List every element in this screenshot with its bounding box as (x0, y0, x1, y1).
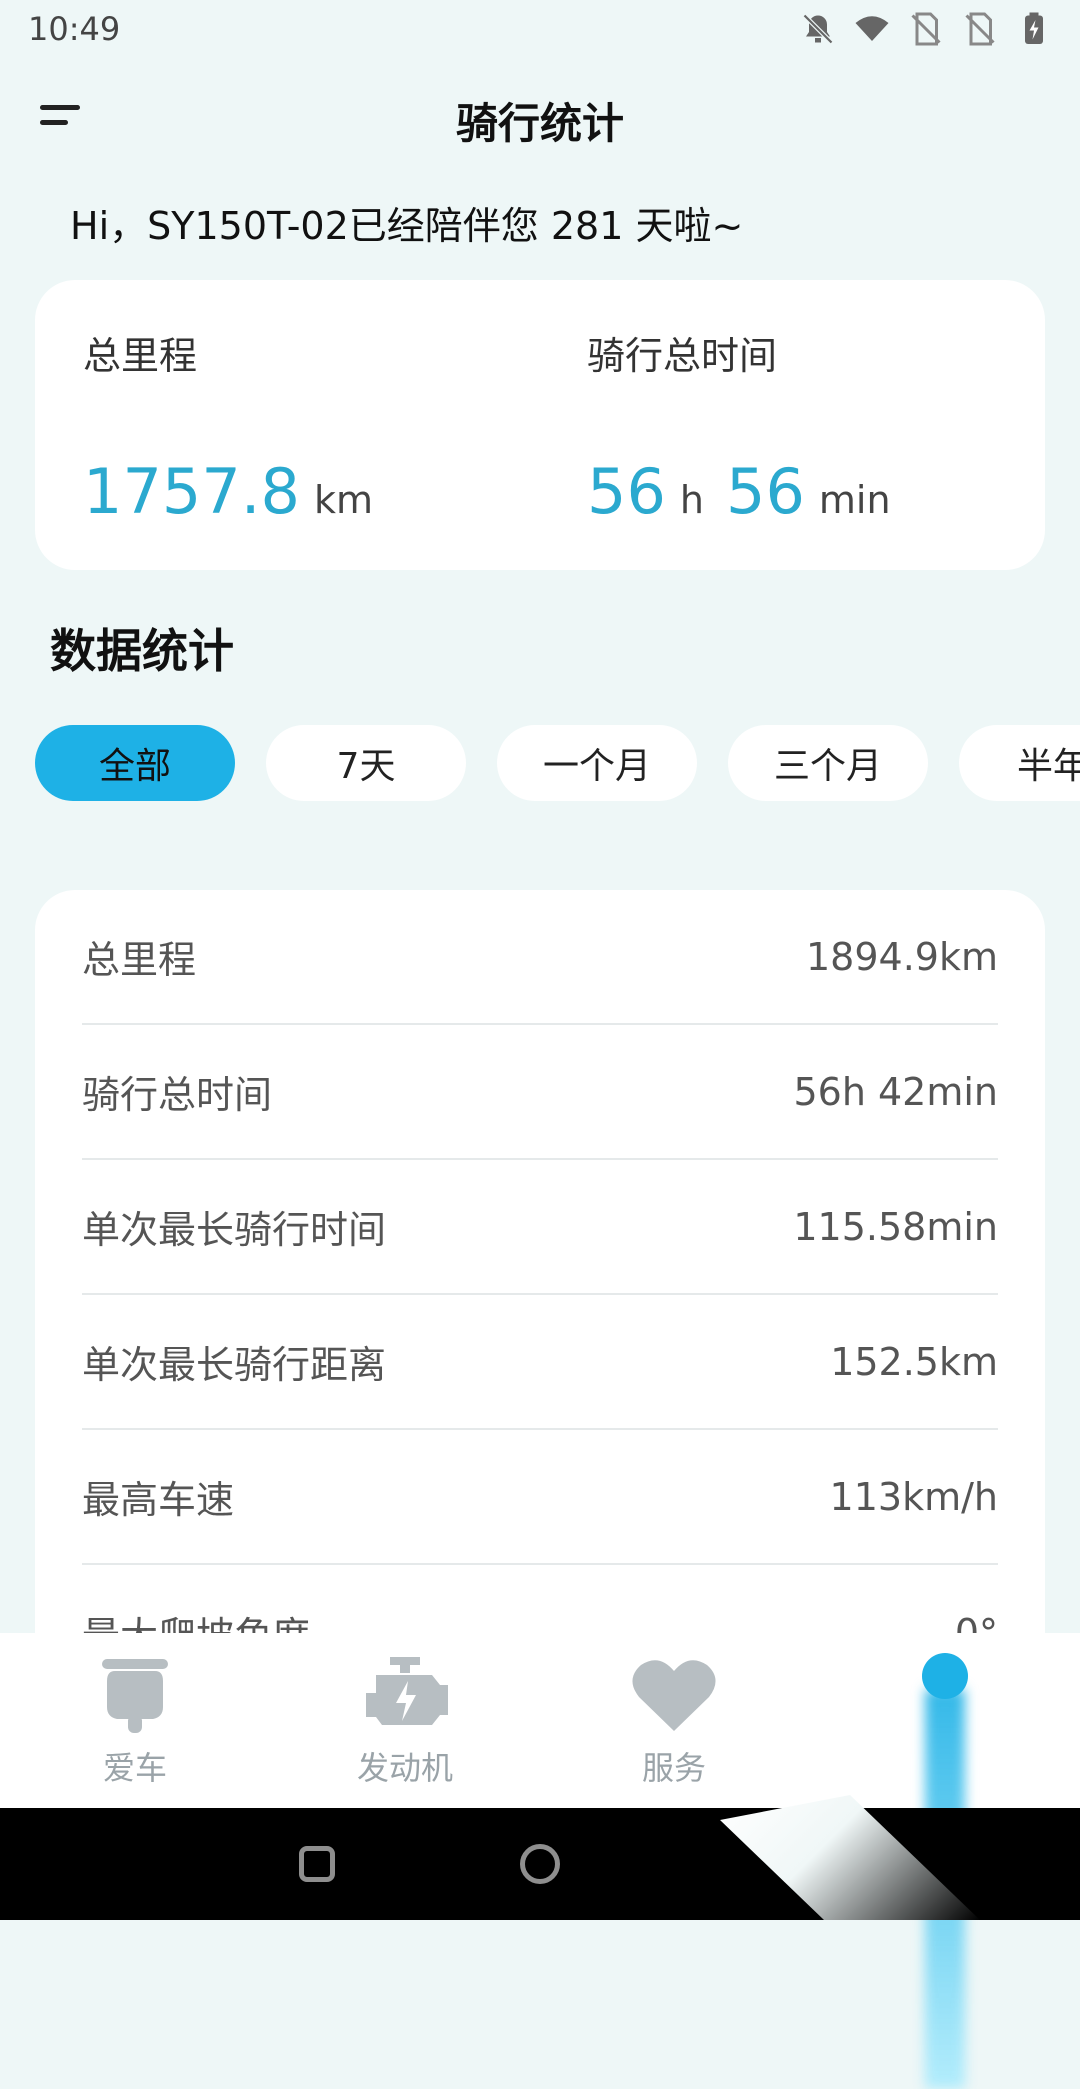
status-bar: 10:49 (0, 0, 1080, 58)
stat-row: 总里程 1894.9km (82, 890, 998, 1025)
stats-card: 总里程 1894.9km 骑行总时间 56h 42min 单次最长骑行时间 11… (35, 890, 1045, 1690)
hours-unit: h (679, 478, 704, 522)
mileage-unit: km (313, 478, 373, 522)
status-icons (800, 11, 1052, 47)
hours-value: 56 (587, 455, 666, 528)
page-title: 骑行统计 (455, 99, 624, 148)
nav-label: 发动机 (356, 1749, 453, 1787)
scooter-icon (102, 1659, 168, 1733)
status-time: 10:49 (28, 10, 121, 48)
stat-value: 56h 42min (793, 1069, 998, 1114)
stat-row: 骑行总时间 56h 42min (82, 1025, 998, 1160)
period-filter-bar: 全部 7天 一个月 三个月 半年 (35, 725, 1080, 801)
stat-label: 骑行总时间 (82, 1073, 273, 1117)
stat-value: 115.58min (793, 1204, 998, 1249)
stat-label: 单次最长骑行距离 (82, 1343, 387, 1387)
nav-label: 服务 (641, 1749, 706, 1787)
active-tab-indicator[interactable] (922, 1653, 968, 1699)
stat-row: 单次最长骑行时间 115.58min (82, 1160, 998, 1295)
minutes-value: 56 (726, 455, 805, 528)
greeting-text: Hi，SY150T-02已经陪伴您 281 天啦~ (70, 204, 744, 248)
filter-chip-3months[interactable]: 三个月 (728, 725, 928, 801)
home-button[interactable] (520, 1844, 560, 1884)
time-label: 骑行总时间 (587, 334, 778, 378)
filter-chip-all[interactable]: 全部 (35, 725, 235, 801)
stat-value: 1894.9km (806, 934, 998, 979)
battery-charging-icon (1025, 12, 1043, 44)
sim-off-icon (965, 12, 995, 46)
app-header: 骑行统计 (0, 70, 1080, 160)
stat-label: 最高车速 (82, 1478, 235, 1522)
nav-item-engine[interactable]: 发动机 (305, 1633, 505, 1808)
recent-apps-button[interactable] (299, 1846, 335, 1882)
stat-label: 单次最长骑行时间 (82, 1208, 387, 1252)
wifi-icon (855, 16, 889, 41)
heart-icon (632, 1660, 716, 1731)
filter-chip-half-year[interactable]: 半年 (959, 725, 1080, 801)
bell-off-icon (802, 13, 834, 45)
bottom-nav: 爱车 发动机 服务 (0, 1633, 1080, 2089)
mileage-value: 1757.8 (83, 455, 300, 528)
nav-item-car[interactable]: 爱车 (35, 1633, 235, 1808)
stat-row: 单次最长骑行距离 152.5km (82, 1295, 998, 1430)
stat-row: 最高车速 113km/h (82, 1430, 998, 1565)
stat-value: 152.5km (830, 1339, 998, 1384)
nav-label: 爱车 (102, 1749, 167, 1787)
stat-value: 113km/h (829, 1474, 998, 1519)
stat-label: 总里程 (82, 938, 197, 982)
mileage-label: 总里程 (83, 334, 198, 378)
filter-chip-1month[interactable]: 一个月 (497, 725, 697, 801)
summary-card: 总里程 1757.8 km 骑行总时间 56 h 56 min (35, 280, 1045, 570)
engine-icon (366, 1657, 448, 1725)
nav-item-service[interactable]: 服务 (574, 1633, 774, 1808)
minutes-unit: min (818, 478, 891, 522)
sim-off-icon (911, 12, 941, 46)
section-title: 数据统计 (50, 624, 234, 678)
filter-chip-7days[interactable]: 7天 (266, 725, 466, 801)
